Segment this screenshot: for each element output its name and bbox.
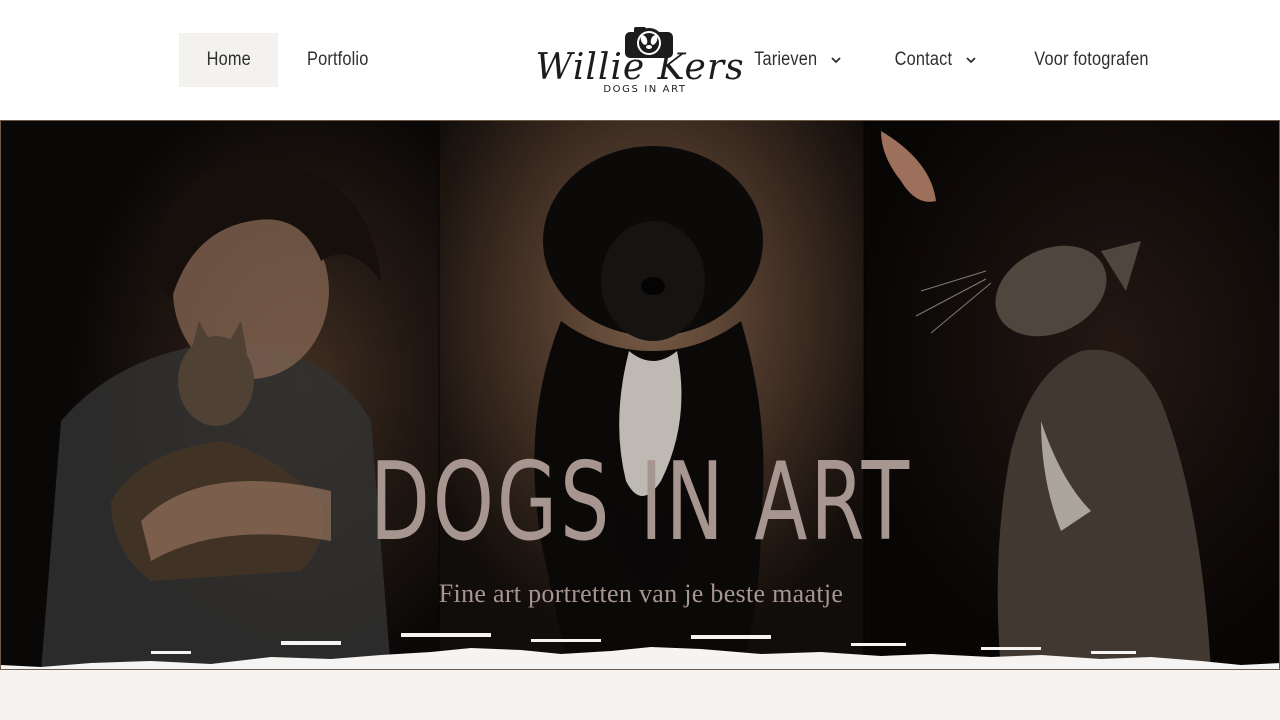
- nav-item-home-label: Home: [206, 49, 251, 70]
- hero-title: DOGS IN ART: [370, 440, 912, 565]
- nav-item-contact[interactable]: Contact: [866, 33, 1001, 87]
- nav-item-portfolio-label: Portfolio: [307, 49, 369, 70]
- torn-paper-edge: [1, 633, 1279, 669]
- nav-item-portfolio[interactable]: Portfolio: [278, 33, 398, 87]
- hero-subtitle: Fine art portretten van je beste maatje: [438, 579, 844, 608]
- nav-item-voor-fotografen[interactable]: Voor fotografen: [1001, 33, 1182, 87]
- nav-item-tarieven-label: Tarieven: [753, 49, 818, 70]
- site-header: Home Portfolio Willie Kers DOGS IN ART T…: [0, 0, 1280, 120]
- hero-banner: DOGS IN ART Fine art portretten van je b…: [0, 120, 1280, 670]
- nav-item-voor-fotografen-label: Voor fotografen: [1034, 49, 1149, 70]
- chevron-down-icon: [831, 57, 841, 64]
- chevron-down-icon: [966, 57, 976, 64]
- main-nav-left: Home Portfolio: [179, 33, 398, 87]
- nav-item-contact-label: Contact: [894, 49, 953, 70]
- nav-item-tarieven[interactable]: Tarieven: [725, 33, 866, 87]
- main-nav-right: Tarieven Contact Voor fotografen: [725, 33, 1182, 87]
- nav-item-home[interactable]: Home: [179, 33, 279, 87]
